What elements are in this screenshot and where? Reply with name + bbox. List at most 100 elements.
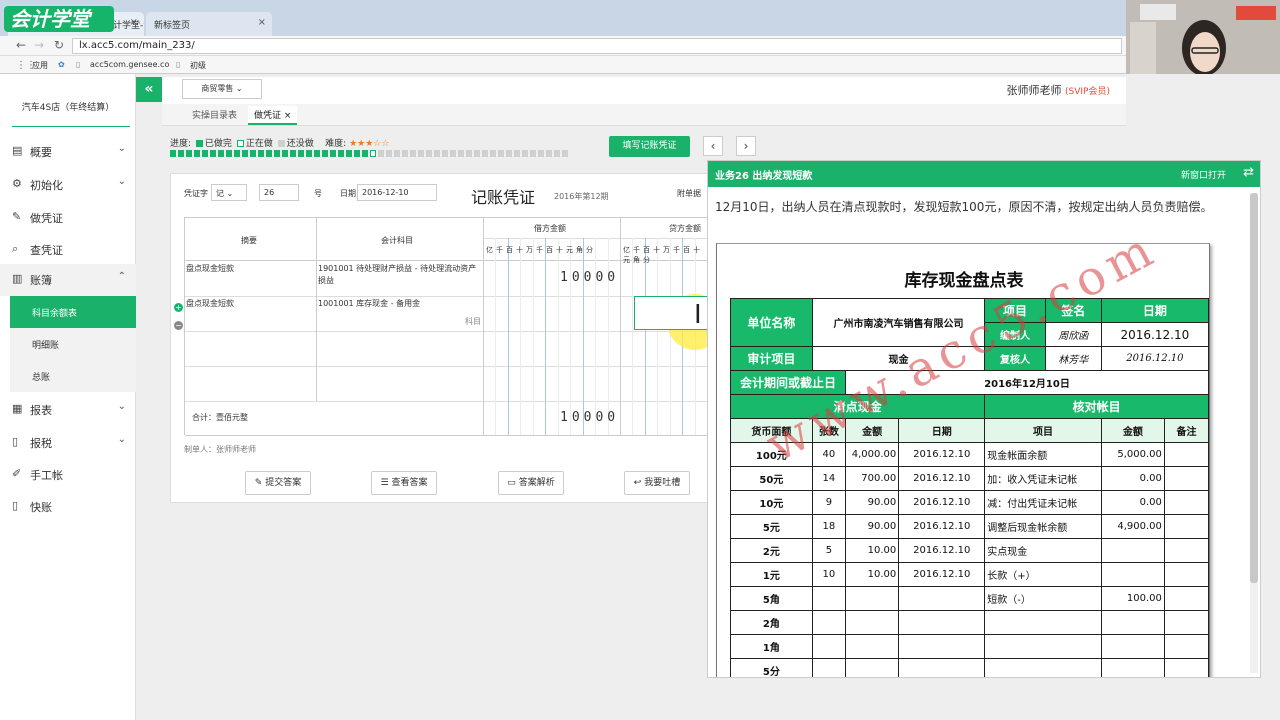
cell-denom: 5元	[730, 514, 813, 539]
row1-account[interactable]: 1901001 待处理财产损益 - 待处理流动资产损益	[318, 263, 480, 287]
progress-step	[242, 150, 248, 157]
back-icon[interactable]: ←	[16, 38, 26, 52]
close-icon[interactable]: ×	[130, 17, 138, 28]
page-icon: ▯	[176, 60, 181, 69]
forward-icon[interactable]: →	[34, 38, 44, 52]
digit-divider	[495, 238, 497, 435]
progress-step	[322, 150, 328, 157]
fill-voucher-button[interactable]: 填写记账凭证	[609, 136, 690, 157]
progress-step	[282, 150, 288, 157]
progress-step	[290, 150, 296, 157]
col-note: 备注	[1163, 418, 1210, 443]
report-icon: ▦	[12, 402, 23, 415]
prev-button[interactable]: ‹	[703, 136, 723, 156]
row2-account[interactable]: 1001001 库存现金 - 备用金	[318, 298, 420, 309]
top-bar: 商贸零售 ⌄ 张师师老师 (SVIP会员)	[162, 77, 1126, 104]
view-answer-button[interactable]: ☰ 查看答案	[371, 471, 437, 495]
col-debit: 借方金额	[534, 224, 566, 233]
submit-answer-button[interactable]: ✎ 提交答案	[245, 471, 311, 495]
book-icon: ▥	[12, 272, 23, 285]
credit-digits: 亿千百十万千百十元角分	[623, 246, 703, 264]
legend-done: 已做完	[204, 139, 232, 149]
tab-make-voucher[interactable]: 做凭证 ×	[248, 106, 298, 125]
bookmark-apps[interactable]: 应用	[32, 60, 48, 71]
close-icon[interactable]: ×	[284, 111, 292, 121]
voucher-word-select[interactable]: 记 ⌄	[211, 184, 247, 201]
cell-amount: 10.00	[845, 538, 900, 563]
sidebar-subitem-general[interactable]: 总账	[10, 360, 136, 392]
total-debit: 10000	[560, 410, 620, 425]
voucher-number-input[interactable]: 26	[259, 184, 299, 201]
voucher-date-input[interactable]: 2016-12-10	[357, 184, 437, 201]
reload-icon[interactable]: ↻	[54, 38, 64, 52]
business-panel: 业务26 出纳发现短款 新窗口打开 ⇄ 12月10日，出纳人员在清点现款时，发现…	[707, 160, 1261, 678]
sidebar-item-label: 做凭证	[30, 212, 63, 225]
sidebar-item-reports[interactable]: ▦ 报表 ⌄	[0, 394, 136, 426]
row1-debit[interactable]: 10000	[560, 270, 619, 285]
cell-count: 9	[811, 490, 847, 515]
sidebar-item-search-voucher[interactable]: ⌕ 查凭证	[0, 234, 136, 266]
industry-dropdown[interactable]: 商贸零售 ⌄	[182, 79, 262, 99]
close-icon[interactable]: ×	[258, 17, 266, 28]
sidebar-subitem-detail[interactable]: 明细账	[10, 328, 136, 360]
sidebar-item-tax[interactable]: ▯ 报税 ⌄	[0, 427, 136, 459]
swap-icon[interactable]: ⇄	[1243, 165, 1254, 180]
next-button[interactable]: ›	[736, 136, 756, 156]
pencil-icon: ✐	[12, 467, 22, 480]
sidebar-item-make-voucher[interactable]: ✎ 做凭证	[0, 202, 136, 234]
browser-tab[interactable]: 新标签页 ×	[146, 12, 272, 36]
progress-bar	[170, 150, 570, 158]
progress-step	[250, 150, 256, 157]
business-description: 12月10日，出纳人员在清点现款时，发现短款100元，原因不清，按规定出纳人员负…	[715, 200, 1213, 214]
add-row-icon[interactable]: +	[174, 303, 183, 312]
cell-date: 2016.12.10	[898, 490, 986, 515]
user-name[interactable]: 张师师老师	[1007, 84, 1062, 97]
voucher-word-value: 记	[216, 189, 224, 198]
sidebar-item-label: 手工帐	[30, 469, 63, 482]
cash-row: 2角	[730, 610, 1210, 635]
edit-icon: ✎	[254, 478, 263, 488]
chevron-down-icon: ⌄	[117, 434, 126, 445]
progress-legend: 进度: 已做完 正在做 还没做 难度: ★★★☆☆	[170, 136, 389, 149]
collapse-sidebar-button[interactable]: «	[136, 77, 162, 102]
voucher-title: 记账凭证	[471, 188, 536, 207]
bookmark-chuji[interactable]: 初级	[190, 60, 206, 71]
legend-doing: 正在做	[245, 139, 273, 149]
row1-summary[interactable]: 盘点现金短款	[186, 263, 234, 274]
progress-step	[562, 150, 568, 157]
cell-amount	[845, 658, 900, 677]
sidebar-item-init[interactable]: ⚙ 初始化 ⌄	[0, 169, 136, 201]
cell-denom: 2元	[730, 538, 813, 563]
sidebar-subitem-balance[interactable]: 科目余额表	[10, 296, 136, 328]
globe-icon: ✿	[58, 60, 65, 69]
row2-account-hint: 科目	[465, 317, 481, 326]
feedback-button[interactable]: ↩ 我要吐槽	[624, 471, 690, 495]
cell-amount: 90.00	[845, 490, 900, 515]
progress-step	[450, 150, 456, 157]
panel-scrollbar[interactable]	[1250, 193, 1258, 673]
digit-divider	[607, 238, 609, 435]
bookmark-gensee[interactable]: acc5com.gensee.co	[90, 60, 169, 69]
sidebar-item-manual[interactable]: ✐ 手工帐	[0, 459, 136, 491]
cell-item: 加：收入凭证未记帐	[984, 466, 1102, 491]
scrollbar-thumb[interactable]	[1250, 193, 1258, 583]
tab-catalog[interactable]: 实操目录表	[192, 108, 237, 121]
cell-note	[1163, 562, 1210, 587]
cell-amount	[845, 586, 900, 611]
progress-step	[298, 150, 304, 157]
sidebar-item-ledger[interactable]: ▥ 账簿 ⌃	[0, 264, 136, 296]
gear-icon: ⚙	[12, 177, 22, 190]
browser-tab-bar: 会计学堂-会计 × 新标签页 × 会计学堂	[0, 0, 1280, 36]
remove-row-icon[interactable]: −	[174, 321, 183, 330]
answer-analysis-button[interactable]: ▭ 答案解析	[498, 471, 564, 495]
progress-step	[234, 150, 240, 157]
grid-icon: ▤	[12, 144, 23, 157]
chevron-down-icon: ⌄	[117, 401, 126, 412]
url-input[interactable]: lx.acc5.com/main_233/	[72, 38, 1122, 54]
sidebar-item-overview[interactable]: ▤ 概要 ⌄	[0, 136, 136, 168]
sidebar-item-quick[interactable]: ▯ 快账	[0, 491, 136, 523]
open-new-window-link[interactable]: 新窗口打开	[1181, 168, 1226, 181]
legend-todo: 还没做	[286, 139, 314, 149]
progress-step	[314, 150, 320, 157]
row2-summary[interactable]: 盘点现金短款	[186, 298, 234, 309]
